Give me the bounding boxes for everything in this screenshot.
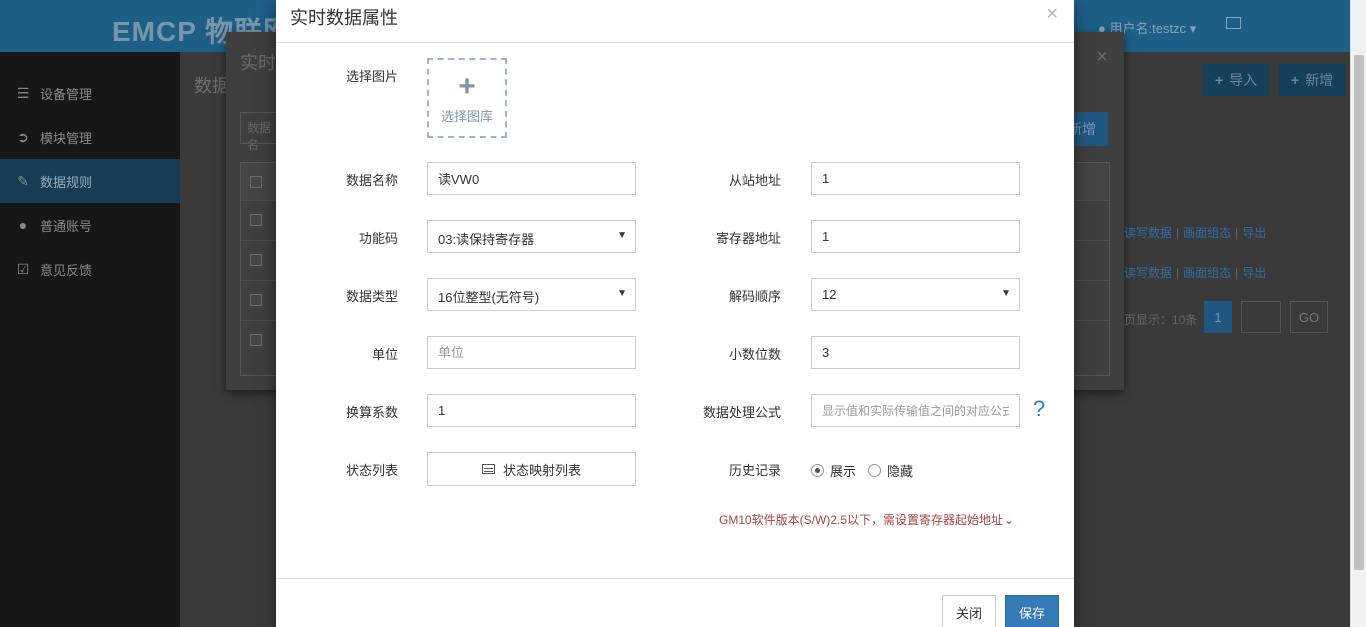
data-name-input[interactable] — [427, 162, 636, 195]
scrollbar-thumb[interactable] — [1354, 55, 1364, 570]
pencil-icon: ✎ — [17, 173, 29, 189]
chevron-down-icon: ⌄ — [1004, 513, 1015, 527]
realtime-data-properties-modal: 实时数据属性 × 选择图片 + 选择图库 数据名称 从站地址 功能码 03:读保… — [276, 0, 1074, 627]
slave-address-label: 从站地址 — [728, 173, 781, 188]
save-button[interactable]: 保存 — [1005, 595, 1059, 627]
sidebar-item-label: 数据规则 — [40, 174, 93, 190]
state-mapping-label: 状态映射列表 — [502, 462, 581, 478]
sidebar: ☰ 设备管理 ➲ 模块管理 ✎ 数据规则 ● 普通账号 ☑ 意见反馈 — [0, 52, 180, 627]
search-input[interactable]: 数据名 — [240, 112, 280, 152]
read-write-link[interactable]: 读写数据 — [1124, 226, 1172, 240]
list-icon: ☰ — [16, 85, 30, 101]
list-icon — [481, 464, 495, 474]
sidebar-item-label: 普通账号 — [40, 218, 93, 234]
decimals-input[interactable] — [811, 336, 1020, 369]
data-type-select[interactable]: 16位整型(无符号) ▼ — [427, 278, 636, 311]
plus-icon: + — [458, 70, 476, 103]
modal-title: 实时 — [240, 53, 276, 73]
radio-unchecked-icon — [868, 464, 881, 477]
register-address-label: 寄存器地址 — [715, 231, 781, 246]
decode-order-select[interactable]: 12 ▼ — [811, 278, 1020, 311]
close-button[interactable]: 关闭 — [942, 595, 996, 627]
warning-text: GM10软件版本(S/W)2.5以下，需设置寄存器起始地址 — [719, 513, 1004, 527]
sidebar-item-label: 模块管理 — [40, 130, 93, 146]
go-button[interactable]: GO — [1290, 301, 1328, 333]
footer-divider — [276, 578, 1074, 579]
sidebar-item-accounts[interactable]: ● 普通账号 — [0, 203, 180, 247]
modal-title: 实时数据属性 — [290, 8, 398, 28]
register-start-address-toggle[interactable]: GM10软件版本(S/W)2.5以下，需设置寄存器起始地址⌄ — [719, 511, 1014, 528]
data-type-value: 16位整型(无符号) — [438, 290, 540, 305]
sidebar-item-devices[interactable]: ☰ 设备管理 — [0, 71, 180, 115]
screen-config-link[interactable]: 画面组态 — [1183, 226, 1231, 240]
conversion-factor-label: 换算系数 — [345, 405, 398, 420]
import-button[interactable]: + 导入 — [1203, 64, 1270, 96]
envelope-icon[interactable] — [1226, 17, 1241, 29]
login-icon: ➲ — [17, 129, 29, 145]
unit-label: 单位 — [371, 347, 398, 362]
screen-config-link[interactable]: 画面组态 — [1183, 266, 1231, 280]
row-checkbox[interactable] — [250, 294, 262, 306]
export-link[interactable]: 导出 — [1242, 226, 1266, 240]
plus-icon: + — [1215, 72, 1224, 88]
decode-order-value: 12 — [822, 287, 837, 302]
help-icon[interactable]: ? — [1033, 396, 1045, 422]
history-label: 历史记录 — [728, 463, 781, 478]
row-checkbox[interactable] — [250, 214, 262, 226]
caret-down-icon: ▾ — [1189, 21, 1197, 36]
sidebar-item-data-rules[interactable]: ✎ 数据规则 — [0, 159, 180, 203]
radio-checked-icon — [811, 464, 824, 477]
row-links: 读写数据 | 画面组态 | 导出 — [1124, 226, 1267, 240]
function-code-select[interactable]: 03:读保持寄存器 ▼ — [427, 220, 636, 253]
slave-address-input[interactable] — [811, 162, 1020, 195]
decode-order-label: 解码顺序 — [728, 289, 781, 304]
pager-info: 页显示：10条 — [1124, 313, 1198, 327]
sidebar-item-label: 意见反馈 — [40, 262, 93, 278]
history-hide-radio[interactable]: 隐藏 — [868, 461, 913, 480]
add-button[interactable]: + 新增 — [1279, 64, 1346, 96]
data-name-label: 数据名称 — [345, 173, 398, 188]
formula-input[interactable] — [811, 394, 1020, 427]
user-icon: ● — [18, 217, 28, 233]
row-links: 读写数据 | 画面组态 | 导出 — [1124, 266, 1267, 280]
plus-icon: + — [1291, 72, 1300, 88]
conversion-factor-input[interactable] — [427, 394, 636, 427]
function-code-label: 功能码 — [358, 231, 398, 246]
caret-down-icon: ▼ — [617, 230, 627, 241]
data-type-label: 数据类型 — [345, 289, 398, 304]
caret-down-icon: ▼ — [617, 288, 627, 299]
sidebar-item-label: 设备管理 — [40, 86, 93, 102]
state-mapping-button[interactable]: 状态映射列表 — [427, 452, 636, 486]
page-number-button[interactable]: 1 — [1204, 301, 1232, 333]
sidebar-item-modules[interactable]: ➲ 模块管理 — [0, 115, 180, 159]
image-picker-label: 选择图库 — [440, 109, 493, 124]
formula-label: 数据处理公式 — [702, 405, 781, 420]
close-icon[interactable]: × — [1046, 3, 1058, 26]
row-checkbox[interactable] — [250, 334, 262, 346]
select-all-checkbox[interactable] — [250, 176, 262, 188]
row-checkbox[interactable] — [250, 254, 262, 266]
register-address-input[interactable] — [811, 220, 1020, 253]
state-list-label: 状态列表 — [345, 463, 398, 478]
export-link[interactable]: 导出 — [1242, 266, 1266, 280]
edit-icon: ☑ — [16, 261, 30, 277]
page-scrollbar[interactable] — [1350, 0, 1366, 627]
history-show-radio[interactable]: 展示 — [811, 461, 856, 480]
image-label: 选择图片 — [345, 69, 398, 84]
page-input[interactable] — [1241, 301, 1281, 333]
read-write-link[interactable]: 读写数据 — [1124, 266, 1172, 280]
function-code-value: 03:读保持寄存器 — [438, 232, 535, 247]
page-title: 数据 — [194, 76, 230, 96]
image-picker[interactable]: + 选择图库 — [427, 58, 507, 138]
sidebar-item-feedback[interactable]: ☑ 意见反馈 — [0, 247, 180, 291]
close-icon[interactable]: × — [1096, 46, 1108, 69]
caret-down-icon: ▼ — [1001, 288, 1011, 299]
unit-input[interactable] — [427, 336, 636, 369]
decimals-label: 小数位数 — [728, 347, 781, 362]
header-divider — [276, 42, 1074, 43]
